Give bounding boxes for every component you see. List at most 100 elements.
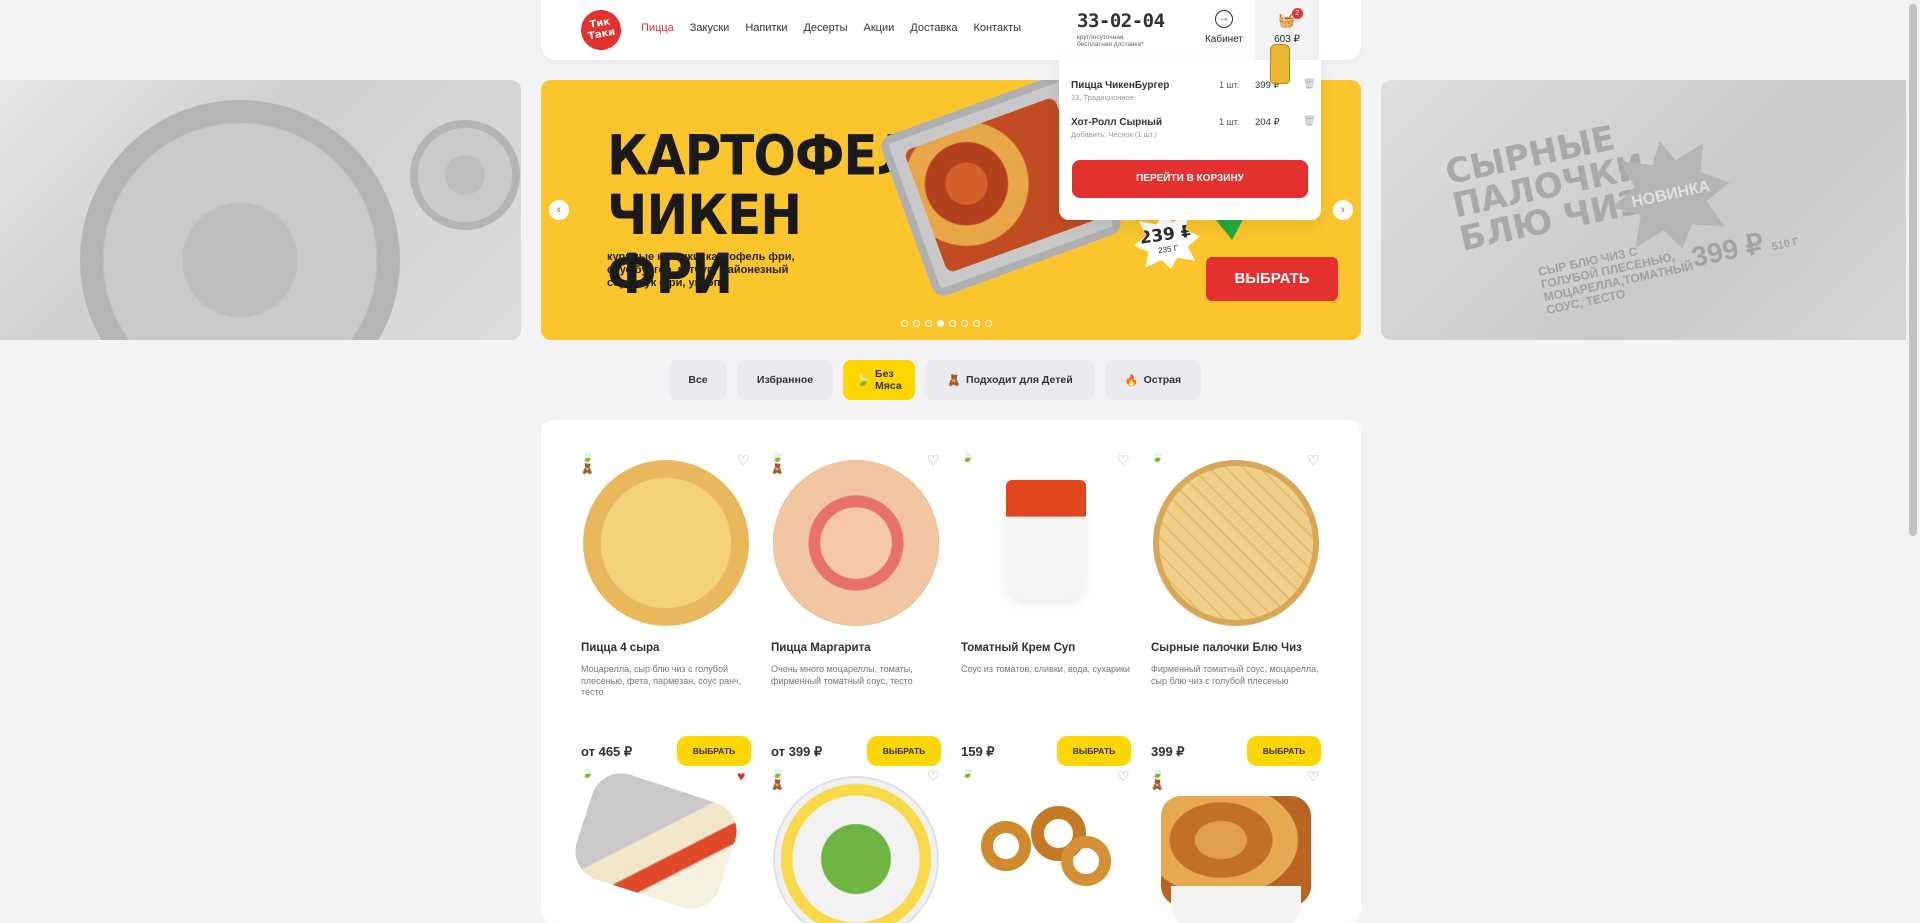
heart-icon[interactable]: ♡ (1117, 452, 1130, 469)
prev-banner[interactable] (0, 80, 521, 340)
product-name[interactable]: Сырные палочки Блю Чиз (1151, 642, 1302, 654)
product-price: 399 ₽ (1151, 744, 1185, 759)
nav-drinks[interactable]: Напитки (745, 22, 787, 34)
slide-dot[interactable] (913, 320, 920, 327)
phone-subtitle: круглосуточная бесплатная доставка* (1077, 34, 1144, 48)
filter-label: Избранное (756, 374, 814, 386)
teddy-icon: 🧸 (581, 464, 594, 475)
leaf-icon: 🍃 (1151, 452, 1164, 463)
leaf-icon: 🍃 (961, 452, 974, 463)
product-tags: 🍃 🧸 (581, 452, 593, 475)
slide-dot[interactable] (985, 320, 992, 327)
choose-button[interactable]: ВЫБРАТЬ (867, 736, 941, 766)
product-grid: 🍃 🧸 ♡ Пицца 4 сыра Моцарелла, сыр блю чиз… (541, 420, 1361, 923)
logo[interactable]: Тик Таки (577, 6, 625, 54)
banner-right-desc: СЫР БЛЮ ЧИЗ С ГОЛУБОЙ ПЛЕСЕНЬЮ, МОЦАРЕЛЛ… (1537, 244, 1695, 318)
product-card[interactable]: 🍃 🧸 ♡ (771, 768, 941, 923)
nav-pizza[interactable]: Пицца (641, 22, 674, 34)
cart-item-options: 23, Традиционное (1071, 93, 1134, 102)
heart-icon[interactable]: ♡ (1117, 768, 1130, 785)
banner-next-arrow[interactable]: › (1333, 200, 1353, 220)
slide-dot[interactable] (925, 320, 932, 327)
banner-prev-arrow[interactable]: ‹ (549, 200, 569, 220)
product-description: Фирменный томатный соус, моцарелла, сыр … (1151, 664, 1319, 686)
filter-spicy[interactable]: 🔥 Острая (1105, 360, 1201, 400)
teddy-icon: 🧸 (771, 464, 784, 475)
leaf-icon: 🍃 (581, 452, 594, 463)
product-tags: 🍃 🧸 (771, 452, 783, 475)
heart-filled-icon[interactable]: ♥ (737, 768, 745, 784)
product-image (1151, 460, 1321, 626)
leaf-icon: 🍃 (961, 768, 974, 779)
filter-favorites[interactable]: Избранное (737, 360, 833, 400)
product-image (1151, 776, 1321, 923)
nav-snacks[interactable]: Закуски (690, 22, 730, 34)
product-image (581, 460, 751, 626)
nav-promos[interactable]: Акции (864, 22, 895, 34)
product-card[interactable]: 🍃 ♡ (961, 768, 1131, 923)
filter-bar: Все Избранное 🍃 Без Мяса 🧸 Подходит для Де… (669, 360, 1201, 400)
filter-label: Подходит для Детей (966, 374, 1073, 386)
slide-dot[interactable] (901, 320, 908, 327)
heart-icon[interactable]: ♡ (927, 452, 940, 469)
slide-dot-active[interactable] (937, 320, 944, 327)
product-name[interactable]: Пицца 4 сыра (581, 642, 659, 654)
login-icon: → (1215, 10, 1233, 28)
trash-icon[interactable]: 🗑 (1303, 79, 1316, 90)
product-card[interactable]: 🍃 ♡ Сырные палочки Блю Чиз Фирменный том… (1151, 452, 1321, 782)
product-tags: 🍃 (581, 768, 593, 779)
filter-no-meat[interactable]: 🍃 Без Мяса (843, 360, 915, 400)
heart-icon[interactable]: ♡ (1307, 768, 1320, 785)
cart-item-price: 204 ₽ (1255, 117, 1280, 128)
product-tags: 🍃 (1151, 452, 1163, 463)
phone-number[interactable]: 33-02-04 (1077, 10, 1165, 32)
teddy-icon: 🧸 (1151, 780, 1164, 791)
cart-item-qty: 1 шт. (1219, 117, 1240, 127)
heart-icon[interactable]: ♡ (927, 768, 940, 785)
product-card[interactable]: 🍃 🧸 ♡ (1151, 768, 1321, 923)
choose-button[interactable]: ВЫБРАТЬ (1057, 736, 1131, 766)
slide-dot[interactable] (973, 320, 980, 327)
product-price: 159 ₽ (961, 744, 995, 759)
banner-right-price: 399 ₽ 510 Г (1688, 227, 1801, 273)
filter-kids[interactable]: 🧸 Подходит для Детей (925, 360, 1095, 400)
scrollbar-thumb[interactable] (1909, 4, 1917, 536)
product-card[interactable]: ♥ 🍃 (567, 765, 751, 923)
phone-block[interactable]: 33-02-04 круглосуточная бесплатная доста… (1077, 10, 1165, 48)
scrollbar[interactable] (1906, 0, 1920, 923)
go-to-cart-button[interactable]: ПЕРЕЙТИ В КОРЗИНУ (1072, 160, 1308, 198)
trash-icon[interactable]: 🗑 (1303, 116, 1316, 127)
product-image (771, 460, 941, 626)
banner-description: куриные кусочки, картофель фри, соус бур… (607, 251, 795, 289)
product-price: от 399 ₽ (771, 744, 823, 759)
teddy-icon: 🧸 (771, 780, 784, 791)
slide-dot[interactable] (949, 320, 956, 327)
heart-icon[interactable]: ♡ (737, 452, 750, 469)
product-name[interactable]: Пицца Маргарита (771, 642, 871, 654)
product-card[interactable]: 🍃 ♡ Томатный Крем Суп Соус из томатов, с… (961, 452, 1131, 782)
product-card[interactable]: 🍃 🧸 ♡ Пицца Маргарита Очень много моцарел… (771, 452, 941, 782)
next-banner[interactable]: СЫРНЫЕ ПАЛОЧКИ БЛЮ ЧИЗ НОВИНКА СЫР БЛЮ Ч… (1381, 80, 1920, 340)
cabinet-button[interactable]: → Кабинет (1201, 10, 1247, 45)
cart-item: Хот-Ролл Сырный Добавить: Чеснок (1 шт.)… (1071, 116, 1316, 143)
leaf-icon: 🍃 (581, 768, 594, 779)
product-image (567, 765, 751, 923)
product-price: от 465 ₽ (581, 744, 633, 759)
heart-icon[interactable]: ♡ (1307, 452, 1320, 469)
nav-contacts[interactable]: Контакты (974, 22, 1022, 34)
filter-all[interactable]: Все (669, 360, 727, 400)
leaf-icon: 🍃 (1151, 768, 1164, 779)
product-tags: 🍃 (961, 768, 973, 779)
slide-dot[interactable] (961, 320, 968, 327)
product-card[interactable]: 🍃 🧸 ♡ Пицца 4 сыра Моцарелла, сыр блю чиз… (581, 452, 751, 782)
nav-desserts[interactable]: Десерты (803, 22, 847, 34)
choose-button[interactable]: ВЫБРАТЬ (677, 736, 751, 766)
banner-right-title: СЫРНЫЕ ПАЛОЧКИ БЛЮ ЧИЗ (1441, 118, 1649, 260)
leaf-icon: 🍃 (856, 374, 871, 387)
filter-label: Острая (1143, 374, 1182, 386)
cart-total: 603 ₽ (1274, 34, 1300, 45)
choose-button[interactable]: ВЫБРАТЬ (1247, 736, 1321, 766)
nav-delivery[interactable]: Доставка (910, 22, 957, 34)
product-name[interactable]: Томатный Крем Суп (961, 642, 1075, 654)
banner-choose-button[interactable]: ВЫБРАТЬ (1206, 257, 1338, 301)
